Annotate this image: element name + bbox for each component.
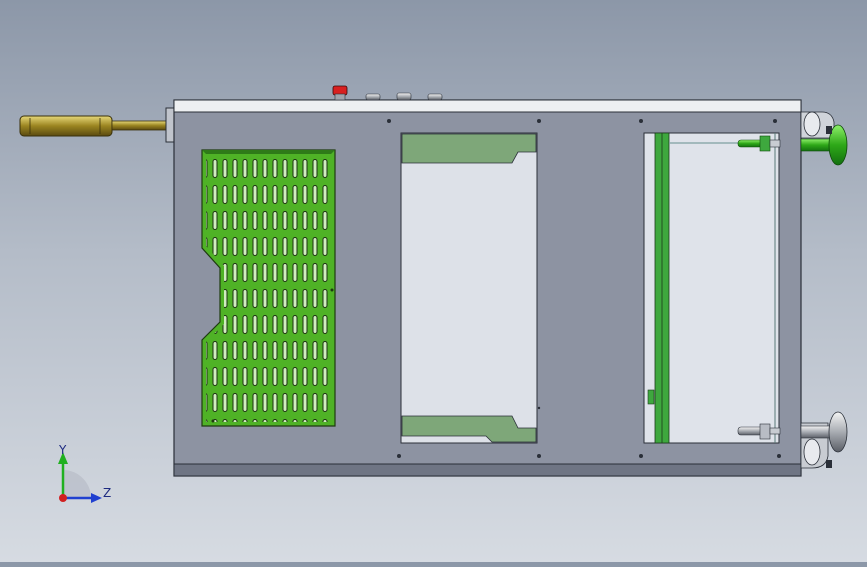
caster-wheel-upper[interactable]	[800, 111, 848, 166]
top-button-1[interactable]	[365, 93, 381, 101]
coordinate-triad: Y Z	[58, 443, 111, 503]
right-window[interactable]	[643, 132, 780, 444]
top-button-3[interactable]	[427, 93, 443, 101]
model-canvas[interactable]: Y Z	[0, 0, 867, 562]
axis-y-label: Y	[58, 443, 67, 457]
axis-z-label: Z	[103, 486, 111, 500]
perforated-vent-panel[interactable]	[201, 149, 336, 427]
caster-wheel-lower[interactable]	[800, 411, 848, 469]
handle-assembly[interactable]	[19, 107, 175, 143]
center-opening[interactable]	[400, 132, 538, 444]
cad-viewport[interactable]: Y Z	[0, 0, 867, 562]
top-button-2[interactable]	[396, 92, 412, 101]
emergency-stop-button[interactable]	[332, 85, 348, 101]
